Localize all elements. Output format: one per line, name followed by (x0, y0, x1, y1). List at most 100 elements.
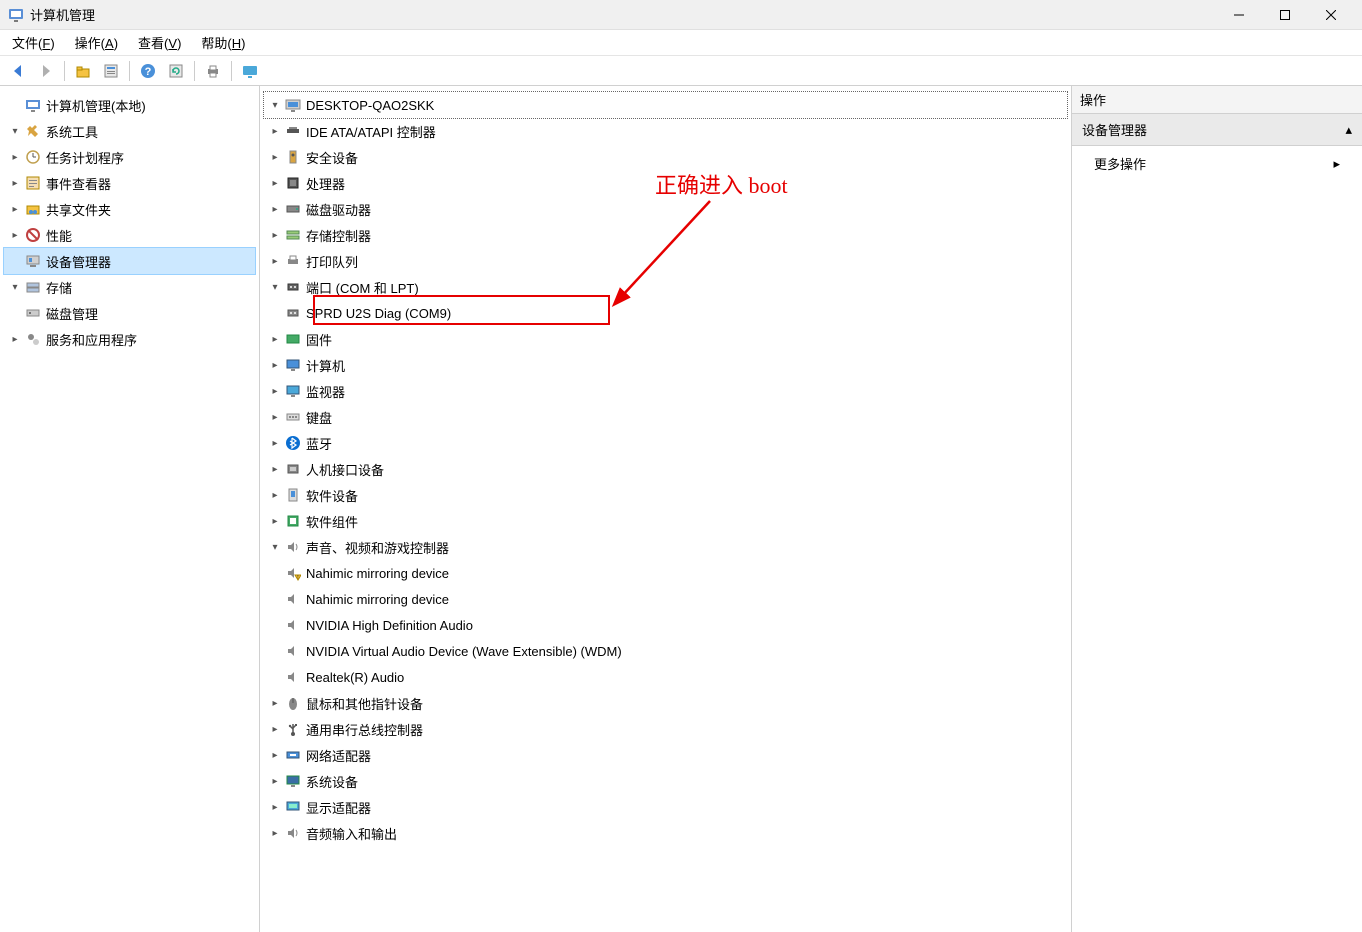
device-network[interactable]: ▸ 网络适配器 (264, 742, 1067, 768)
device-sound-nvidia-hd[interactable]: NVIDIA High Definition Audio (264, 612, 1067, 638)
device-sound-nahimic-1[interactable]: ! Nahimic mirroring device (264, 560, 1067, 586)
chevron-right-icon: ▸ (268, 800, 282, 814)
disk-icon (24, 304, 42, 322)
toolbar-separator (129, 61, 130, 81)
svg-text:!: ! (297, 575, 298, 581)
tree-label: 软件组件 (306, 512, 358, 531)
device-software-devices[interactable]: ▸ 软件设备 (264, 482, 1067, 508)
device-host[interactable]: ▾ DESKTOP-QAO2SKK (264, 92, 1067, 118)
expander-icon (268, 566, 282, 580)
up-level-button[interactable] (71, 59, 95, 83)
device-hid[interactable]: ▸ 人机接口设备 (264, 456, 1067, 482)
device-tree-pane[interactable]: ▾ DESKTOP-QAO2SKK ▸ IDE ATA/ATAPI 控制器 ▸ … (260, 86, 1072, 932)
menu-action[interactable]: 操作(A) (73, 31, 120, 54)
chevron-right-icon: ▸ (268, 410, 282, 424)
tree-label: 键盘 (306, 408, 332, 427)
device-disk[interactable]: ▸ 磁盘驱动器 (264, 196, 1067, 222)
window-title: 计算机管理 (30, 5, 1216, 24)
chevron-right-icon: ▸ (8, 150, 22, 164)
actions-context-label: 设备管理器 (1082, 120, 1147, 139)
device-ide[interactable]: ▸ IDE ATA/ATAPI 控制器 (264, 118, 1067, 144)
usb-icon (284, 720, 302, 738)
tree-services-apps[interactable]: ▸ 服务和应用程序 (4, 326, 255, 352)
chevron-right-icon: ▸ (268, 332, 282, 346)
properties-button[interactable] (99, 59, 123, 83)
device-audio-io[interactable]: ▸ 音频输入和输出 (264, 820, 1067, 846)
tree-performance[interactable]: ▸ 性能 (4, 222, 255, 248)
forward-button[interactable] (34, 59, 58, 83)
menu-help[interactable]: 帮助(H) (199, 31, 247, 54)
tree-task-scheduler[interactable]: ▸ 任务计划程序 (4, 144, 255, 170)
actions-context[interactable]: 设备管理器 ▴ (1072, 114, 1362, 146)
tree-device-manager[interactable]: 设备管理器 (4, 248, 255, 274)
tree-label: 计算机管理(本地) (46, 96, 146, 115)
device-system[interactable]: ▸ 系统设备 (264, 768, 1067, 794)
device-sound-nahimic-2[interactable]: Nahimic mirroring device (264, 586, 1067, 612)
menu-view[interactable]: 查看(V) (136, 31, 183, 54)
display-adapter-icon (284, 798, 302, 816)
tree-label: SPRD U2S Diag (COM9) (306, 306, 451, 321)
collapse-icon: ▴ (1345, 122, 1352, 138)
device-bluetooth[interactable]: ▸ 蓝牙 (264, 430, 1067, 456)
cpu-icon (284, 174, 302, 192)
device-port-sprd[interactable]: SPRD U2S Diag (COM9) (264, 300, 1067, 326)
tree-shared-folders[interactable]: ▸ 共享文件夹 (4, 196, 255, 222)
menu-file[interactable]: 文件(F) (10, 31, 57, 54)
left-navigation-pane[interactable]: 计算机管理(本地) ▾ 系统工具 ▸ 任务计划程序 ▸ (0, 86, 260, 932)
com-port-icon (284, 304, 302, 322)
monitor-button[interactable] (238, 59, 262, 83)
expander-icon (268, 592, 282, 606)
close-button[interactable] (1308, 0, 1354, 30)
more-actions[interactable]: 更多操作 ▸ (1072, 146, 1362, 181)
tree-event-viewer[interactable]: ▸ 事件查看器 (4, 170, 255, 196)
device-computer[interactable]: ▸ 计算机 (264, 352, 1067, 378)
chevron-right-icon: ▸ (268, 696, 282, 710)
storage-controller-icon (284, 226, 302, 244)
tree-system-tools[interactable]: ▾ 系统工具 (4, 118, 255, 144)
device-print-queue[interactable]: ▸ 打印队列 (264, 248, 1067, 274)
expander-icon (268, 644, 282, 658)
toolbar-separator (231, 61, 232, 81)
tree-label: 网络适配器 (306, 746, 371, 765)
device-usb[interactable]: ▸ 通用串行总线控制器 (264, 716, 1067, 742)
device-sound-nvidia-virtual[interactable]: NVIDIA Virtual Audio Device (Wave Extens… (264, 638, 1067, 664)
expander-icon (268, 670, 282, 684)
chevron-right-icon: ▸ (268, 150, 282, 164)
refresh-button[interactable] (164, 59, 188, 83)
device-mouse[interactable]: ▸ 鼠标和其他指针设备 (264, 690, 1067, 716)
tree-label: 通用串行总线控制器 (306, 720, 423, 739)
device-keyboard[interactable]: ▸ 键盘 (264, 404, 1067, 430)
device-ports[interactable]: ▾ 端口 (COM 和 LPT) (264, 274, 1067, 300)
device-storage-controller[interactable]: ▸ 存储控制器 (264, 222, 1067, 248)
svg-text:?: ? (145, 66, 152, 78)
hid-icon (284, 460, 302, 478)
software-device-icon (284, 486, 302, 504)
device-display[interactable]: ▸ 显示适配器 (264, 794, 1067, 820)
device-cpu[interactable]: ▸ 处理器 (264, 170, 1067, 196)
minimize-button[interactable] (1216, 0, 1262, 30)
tree-label: 事件查看器 (46, 174, 111, 193)
tree-label: 安全设备 (306, 148, 358, 167)
device-sound[interactable]: ▾ 声音、视频和游戏控制器 (264, 534, 1067, 560)
maximize-button[interactable] (1262, 0, 1308, 30)
sound-device-icon (284, 616, 302, 634)
tree-label: 存储 (46, 278, 72, 297)
back-button[interactable] (6, 59, 30, 83)
tree-storage[interactable]: ▾ 存储 (4, 274, 255, 300)
tree-disk-management[interactable]: 磁盘管理 (4, 300, 255, 326)
device-software-components[interactable]: ▸ 软件组件 (264, 508, 1067, 534)
tree-label: 存储控制器 (306, 226, 371, 245)
device-security[interactable]: ▸ 安全设备 (264, 144, 1067, 170)
help-button[interactable]: ? (136, 59, 160, 83)
tree-label: IDE ATA/ATAPI 控制器 (306, 122, 436, 141)
print-button[interactable] (201, 59, 225, 83)
window-controls (1216, 0, 1354, 30)
device-monitor[interactable]: ▸ 监视器 (264, 378, 1067, 404)
bluetooth-icon (284, 434, 302, 452)
tree-root-computer-management[interactable]: 计算机管理(本地) (4, 92, 255, 118)
chevron-down-icon: ▾ (268, 540, 282, 554)
chevron-right-icon: ▸ (268, 748, 282, 762)
device-firmware[interactable]: ▸ 固件 (264, 326, 1067, 352)
device-sound-realtek[interactable]: Realtek(R) Audio (264, 664, 1067, 690)
tree-label: 处理器 (306, 174, 345, 193)
